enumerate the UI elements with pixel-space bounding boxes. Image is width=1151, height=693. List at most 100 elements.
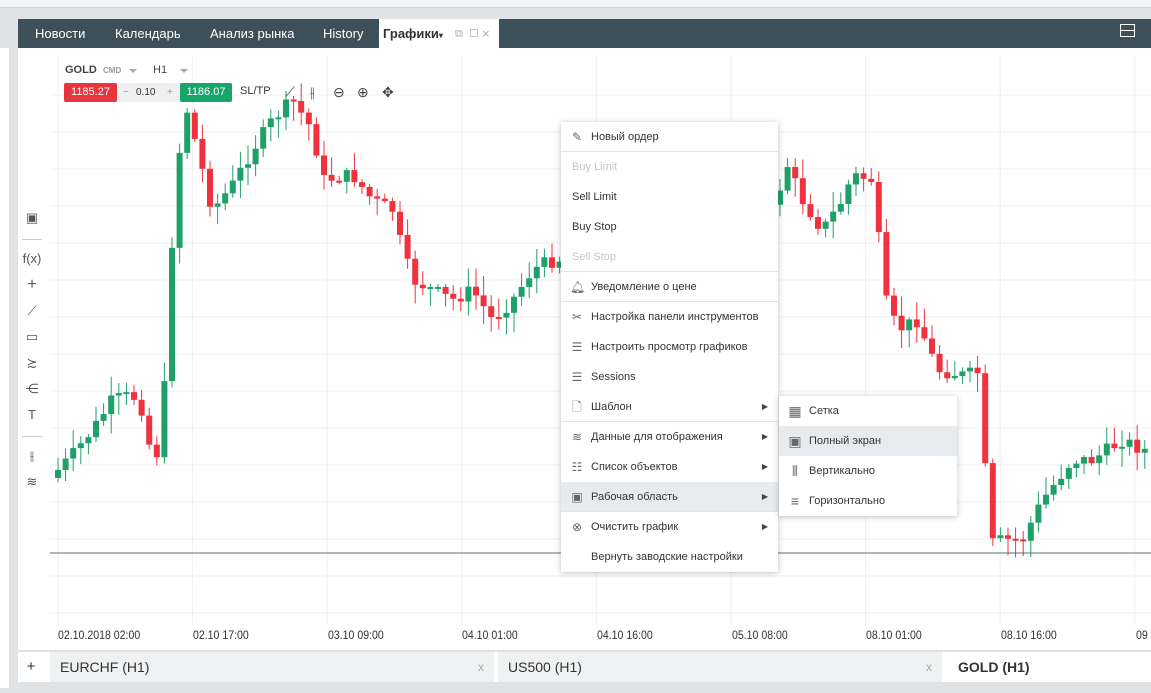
chart-tab-eurchf[interactable]: EURCHF (H1) x bbox=[50, 652, 494, 682]
candle-body bbox=[237, 167, 244, 181]
candle-body bbox=[389, 201, 396, 212]
indicator-fx-icon[interactable]: f(x) bbox=[18, 251, 46, 266]
menu-item[interactable]: 🗋 Шаблон ▶ bbox=[561, 392, 778, 422]
candle-body bbox=[131, 392, 137, 400]
close-icon[interactable]: x bbox=[478, 652, 484, 682]
candle-body bbox=[62, 458, 69, 470]
candles-icon[interactable]: ⫲ bbox=[310, 84, 315, 101]
submenu-arrow-icon: ▶ bbox=[761, 522, 768, 531]
pitchfork-icon[interactable]: ⋲ bbox=[18, 381, 46, 397]
candle-body bbox=[898, 315, 905, 331]
menu-item[interactable]: ☰ Sessions bbox=[561, 362, 778, 392]
line-chart-icon[interactable]: ⟋ bbox=[285, 84, 295, 101]
menu-item[interactable]: Buy Stop bbox=[561, 212, 778, 242]
vertical-icon: ⦀ bbox=[791, 463, 799, 479]
menu-item[interactable]: ✂ Настройка панели инструментов bbox=[561, 302, 778, 332]
submenu-item[interactable]: ▣ Полный экран bbox=[779, 426, 957, 456]
candle-body bbox=[868, 178, 875, 182]
menu-item[interactable]: Вернуть заводские настройки bbox=[561, 542, 778, 572]
candle-body bbox=[199, 138, 206, 169]
x-tick-label: 08.10 01:00 bbox=[866, 628, 922, 642]
candle-body bbox=[784, 167, 791, 191]
sltp-button[interactable]: SL/TP bbox=[240, 85, 271, 97]
lot-value[interactable]: 0.10 bbox=[136, 83, 155, 102]
candle-body bbox=[229, 180, 236, 194]
candle-body bbox=[374, 196, 381, 199]
menu-item[interactable]: ☰ Настроить просмотр графиков bbox=[561, 332, 778, 362]
candle-body bbox=[465, 286, 472, 302]
zoom-out-icon[interactable]: ⊖ bbox=[333, 84, 345, 101]
fibonacci-icon[interactable]: ≿ bbox=[18, 355, 46, 371]
candle-body bbox=[807, 204, 814, 218]
chart-tab-us500[interactable]: US500 (H1) x bbox=[498, 652, 942, 682]
candle-body bbox=[1065, 467, 1072, 479]
menu-item: Sell Stop bbox=[561, 242, 778, 272]
zoom-in-icon[interactable]: ⊕ bbox=[357, 84, 369, 101]
menu-item-label: Buy Limit bbox=[572, 161, 618, 173]
workspace-icon: ▣ bbox=[571, 490, 583, 504]
menu-item[interactable]: ⊗ Очистить график ▶ bbox=[561, 512, 778, 542]
menu-item: Buy Limit bbox=[561, 152, 778, 182]
layers-icon[interactable]: ≋ bbox=[18, 474, 46, 490]
text-tool-icon[interactable]: T bbox=[18, 407, 46, 422]
divider bbox=[22, 239, 42, 240]
submenu-item[interactable]: ⦀ Вертикально bbox=[779, 456, 957, 486]
candle-body bbox=[480, 295, 487, 307]
candle-body bbox=[997, 535, 1004, 539]
candle-body bbox=[944, 372, 951, 379]
candle-body bbox=[830, 211, 837, 222]
candle-body bbox=[184, 112, 191, 153]
x-tick-label: 09 bbox=[1136, 628, 1148, 642]
candle-body bbox=[488, 306, 495, 318]
candle-body bbox=[404, 234, 411, 259]
candle-body bbox=[1141, 448, 1148, 453]
trendline-icon[interactable]: ⟋ bbox=[18, 303, 46, 319]
menu-item[interactable]: Sell Limit bbox=[561, 182, 778, 212]
crosshair-icon[interactable]: + bbox=[18, 276, 46, 294]
symbol-dropdown-icon[interactable] bbox=[129, 69, 137, 73]
submenu-item[interactable]: ▦ Сетка bbox=[779, 396, 957, 426]
symbol-type: CMD bbox=[103, 66, 122, 75]
submenu-item[interactable]: ≡ Горизонтально bbox=[779, 486, 957, 516]
close-icon[interactable]: x bbox=[926, 652, 932, 682]
sliders-icon: ☰ bbox=[571, 370, 583, 384]
candle-body bbox=[191, 112, 198, 139]
candle-body bbox=[115, 393, 122, 396]
menu-item[interactable]: 🔔︎ Уведомление о цене bbox=[561, 272, 778, 302]
sell-button[interactable]: 1185.27 bbox=[64, 83, 117, 102]
chart-type-icon[interactable]: ⫲ bbox=[18, 448, 46, 464]
submenu-arrow-icon: ▶ bbox=[761, 462, 768, 471]
candle-body bbox=[815, 217, 821, 229]
grid-icon: ▦ bbox=[788, 403, 802, 419]
move-icon[interactable]: ✥ bbox=[382, 84, 394, 101]
candle-body bbox=[913, 319, 920, 328]
candle-body bbox=[921, 327, 928, 339]
candle-body bbox=[419, 284, 426, 289]
menu-item-label: Список объектов bbox=[591, 461, 678, 473]
workspace-icon[interactable]: ▣ bbox=[18, 210, 46, 226]
candle-body bbox=[1111, 443, 1118, 449]
menu-item[interactable]: ☷ Список объектов ▶ bbox=[561, 452, 778, 482]
candle-body bbox=[473, 286, 479, 296]
candle-body bbox=[1088, 456, 1095, 464]
lot-decrease[interactable]: − bbox=[123, 83, 129, 102]
menu-item[interactable]: ≋ Данные для отображения ▶ bbox=[561, 422, 778, 452]
timeframe-dropdown-icon[interactable] bbox=[180, 69, 188, 73]
menu-item-label: Sell Stop bbox=[572, 251, 617, 263]
candle-body bbox=[412, 258, 419, 285]
symbol-name[interactable]: GOLD bbox=[65, 64, 97, 76]
chart-tab-label: GOLD (H1) bbox=[958, 659, 1030, 675]
add-chart-button[interactable]: + bbox=[18, 652, 44, 682]
menu-item-label: Настроить просмотр графиков bbox=[591, 341, 748, 353]
lot-increase[interactable]: + bbox=[167, 83, 173, 102]
menu-item[interactable]: ✎ Новый ордер bbox=[561, 122, 778, 152]
menu-item[interactable]: ▣ Рабочая область ▶ bbox=[561, 482, 778, 512]
candle-body bbox=[1020, 539, 1027, 542]
chart-tab-gold[interactable]: GOLD (H1) bbox=[948, 652, 1151, 682]
buy-button[interactable]: 1186.07 bbox=[180, 83, 232, 102]
rectangle-icon[interactable]: ▭ bbox=[18, 329, 46, 345]
fullscreen-icon: ▣ bbox=[788, 433, 802, 449]
candle-body bbox=[260, 127, 267, 149]
candle-body bbox=[313, 124, 320, 156]
timeframe[interactable]: H1 bbox=[153, 64, 167, 76]
